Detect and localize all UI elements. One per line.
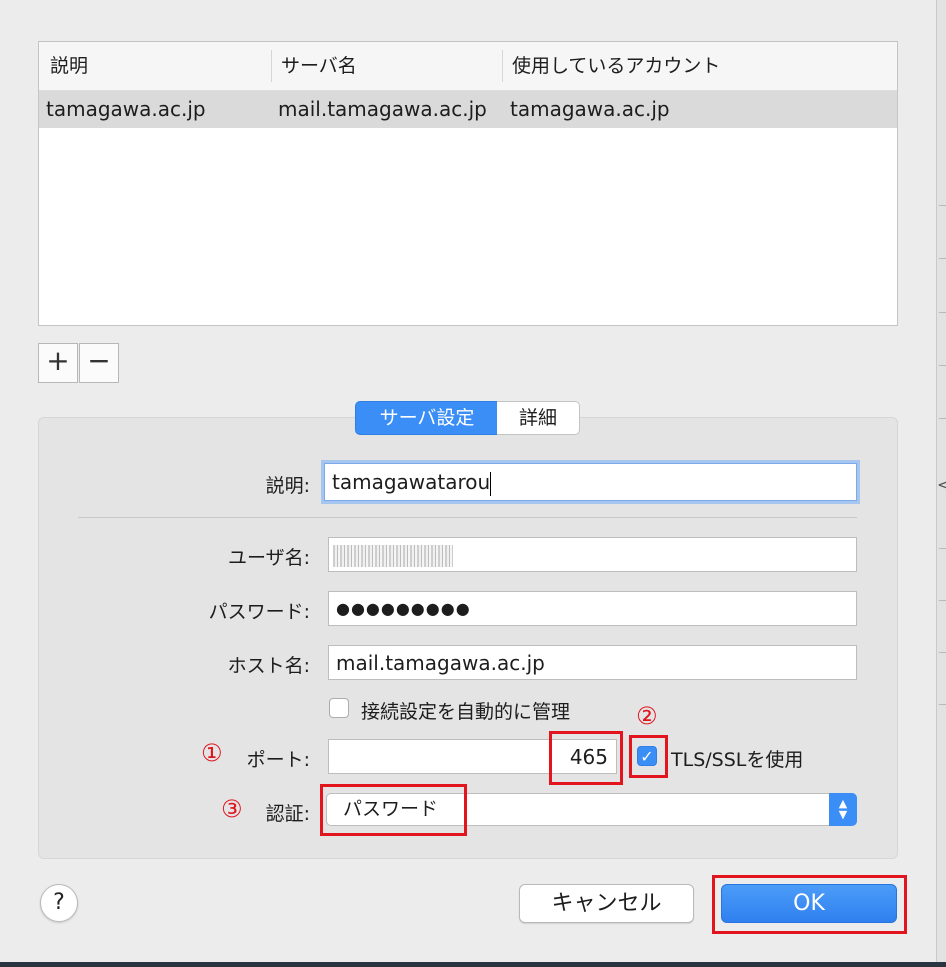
password-label: パスワード:: [208, 601, 310, 623]
table-row[interactable]: tamagawa.ac.jp mail.tamagawa.ac.jp tamag…: [39, 91, 897, 128]
description-value: tamagawatarou: [332, 470, 491, 494]
annotation-marker-2: ②: [636, 702, 658, 730]
highlight-ok-box: [712, 875, 907, 934]
tab-details[interactable]: 詳細: [497, 401, 580, 435]
help-button[interactable]: ?: [40, 884, 78, 922]
annotation-marker-1: ①: [201, 739, 223, 767]
text-cursor: [490, 471, 492, 496]
port-label: ポート:: [246, 749, 310, 771]
highlight-tls-box: [629, 735, 668, 778]
highlight-port-box: [549, 731, 623, 785]
table-header: 説明 サーバ名 使用しているアカウント: [39, 42, 897, 91]
tab-server-settings[interactable]: サーバ設定: [355, 401, 499, 435]
background-window-edge: <: [936, 0, 946, 967]
cancel-button[interactable]: キャンセル: [519, 884, 694, 923]
auto-manage-label[interactable]: 接続設定を自動的に管理: [361, 697, 570, 724]
add-account-button[interactable]: +: [38, 343, 78, 383]
auth-label: 認証:: [265, 803, 310, 825]
remove-account-button[interactable]: −: [79, 343, 119, 383]
tls-label[interactable]: TLS/SSLを使用: [671, 745, 803, 772]
divider: [78, 517, 857, 518]
description-label: 説明:: [265, 475, 310, 497]
window-bottom-edge: [0, 962, 946, 967]
accounts-table[interactable]: 説明 サーバ名 使用しているアカウント tamagawa.ac.jp mail.…: [38, 41, 898, 326]
column-header-description[interactable]: 説明: [50, 42, 88, 90]
column-header-account[interactable]: 使用しているアカウント: [512, 42, 720, 90]
description-field[interactable]: tamagawatarou: [324, 463, 857, 501]
chevron-left-icon: <: [937, 475, 946, 494]
password-field[interactable]: ●●●●●●●●●: [328, 591, 857, 626]
redacted-username: [333, 545, 453, 567]
row-description: tamagawa.ac.jp: [46, 97, 206, 121]
auto-manage-checkbox[interactable]: [329, 698, 349, 718]
username-label: ユーザ名:: [227, 547, 310, 569]
row-account: tamagawa.ac.jp: [510, 97, 670, 121]
column-header-server[interactable]: サーバ名: [281, 42, 357, 90]
host-label: ホスト名:: [227, 655, 310, 677]
row-server: mail.tamagawa.ac.jp: [278, 97, 487, 121]
host-field[interactable]: mail.tamagawa.ac.jp: [328, 645, 857, 680]
highlight-auth-box: [320, 784, 467, 836]
annotation-marker-3: ③: [221, 795, 243, 823]
chevron-updown-icon: ▲ ▼: [829, 793, 857, 826]
